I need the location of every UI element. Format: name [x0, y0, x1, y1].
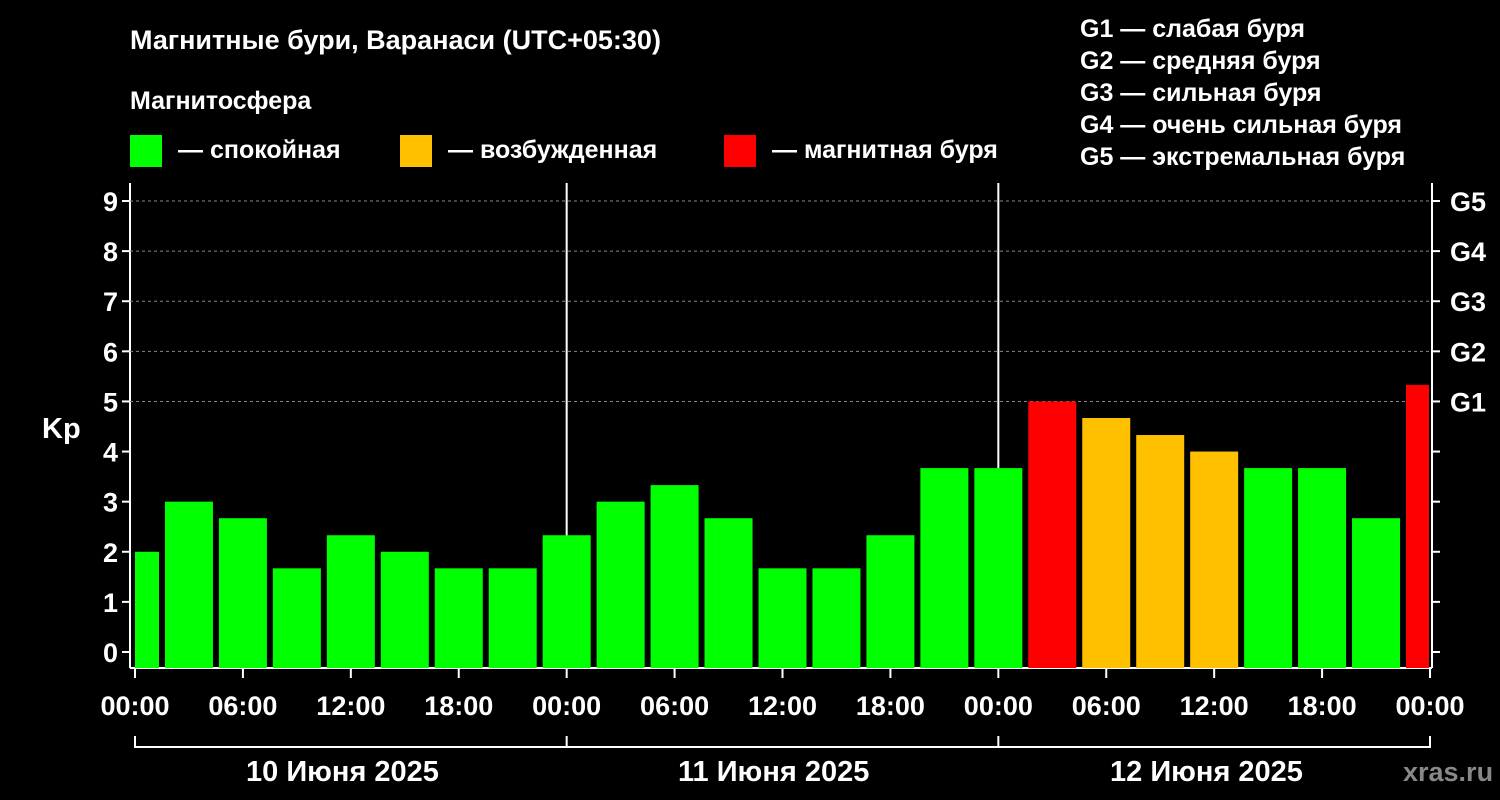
- y-tick-label: 5: [103, 387, 118, 417]
- kp-bar: [1190, 451, 1239, 668]
- kp-bar: [704, 518, 753, 668]
- kp-bar: [596, 501, 645, 668]
- g-level-label: G1: [1450, 387, 1486, 417]
- x-tick-label: 18:00: [424, 691, 493, 721]
- kp-bar: [920, 468, 969, 668]
- y-tick-label: 7: [103, 287, 118, 317]
- g-scale-g4: G4 — очень сильная буря: [1080, 111, 1402, 139]
- kp-bar: [758, 568, 807, 668]
- legend-label-quiet: — спокойная: [178, 136, 341, 164]
- kp-bar: [488, 568, 537, 668]
- kp-bar: [542, 535, 591, 668]
- kp-bar: [326, 535, 375, 668]
- plot-area: 0 1 2 3 4 5 6 7 8 9 G1 G2 G3 G4 G5 00:00 06:00 12:00 18:00…: [100, 183, 1486, 748]
- legend-label-storm: — магнитная буря: [772, 136, 998, 164]
- x-tick-label: 12:00: [748, 691, 817, 721]
- g-level-label: G4: [1450, 237, 1486, 267]
- g-scale-g2: G2 — средняя буря: [1080, 47, 1321, 75]
- x-tick-label: 18:00: [856, 691, 925, 721]
- y-tick-label: 0: [103, 638, 118, 668]
- kp-bar: [1406, 384, 1429, 668]
- kp-bar: [434, 568, 483, 668]
- x-tick-label: 06:00: [1072, 691, 1141, 721]
- y-tick-label: 6: [103, 337, 118, 367]
- day-label-1: 10 Июня 2025: [246, 756, 439, 788]
- g-level-label: G2: [1450, 337, 1486, 367]
- g-scale-g3: G3 — сильная буря: [1080, 79, 1322, 107]
- y-tick-label: 4: [103, 438, 118, 468]
- kp-bar: [1136, 435, 1185, 668]
- x-tick-label: 00:00: [1395, 691, 1464, 721]
- legend-swatch-quiet: [130, 135, 162, 167]
- x-tick-label: 12:00: [1180, 691, 1249, 721]
- g-level-label: G5: [1450, 187, 1486, 217]
- kp-bar: [380, 551, 429, 668]
- kp-chart: Магнитные бури, Варанаси (UTC+05:30) Маг…: [42, 15, 1493, 788]
- y-tick-label: 1: [103, 588, 118, 618]
- y-axis-label: Kp: [42, 413, 81, 445]
- kp-bar: [1082, 417, 1131, 668]
- kp-bar: [1028, 401, 1077, 668]
- g-level-label: G3: [1450, 287, 1486, 317]
- g-scale-g5: G5 — экстремальная буря: [1080, 143, 1405, 171]
- kp-bar: [218, 518, 267, 668]
- kp-bar: [1352, 518, 1401, 668]
- day-label-3: 12 Июня 2025: [1110, 756, 1303, 788]
- y-tick-label: 9: [103, 187, 118, 217]
- kp-bar: [812, 568, 861, 668]
- legend-swatch-active: [400, 135, 432, 167]
- x-tick-label: 18:00: [1288, 691, 1357, 721]
- day-label-2: 11 Июня 2025: [678, 756, 869, 788]
- kp-bar: [1244, 468, 1293, 668]
- y-tick-label: 2: [103, 538, 118, 568]
- legend-swatch-storm: [724, 135, 756, 167]
- y-tick-label: 3: [103, 488, 118, 518]
- x-tick-label: 12:00: [316, 691, 385, 721]
- x-tick-label: 06:00: [208, 691, 277, 721]
- kp-bar: [135, 551, 159, 668]
- kp-bar: [164, 501, 213, 668]
- g-scale-g1: G1 — слабая буря: [1080, 15, 1305, 43]
- x-tick-label: 00:00: [100, 691, 169, 721]
- y-tick-label: 8: [103, 237, 118, 267]
- kp-bar: [974, 468, 1023, 668]
- legend-heading: Магнитосфера: [130, 87, 312, 115]
- x-tick-label: 00:00: [532, 691, 601, 721]
- kp-bar: [866, 535, 915, 668]
- x-tick-label: 00:00: [964, 691, 1033, 721]
- chart-title: Магнитные бури, Варанаси (UTC+05:30): [130, 25, 661, 55]
- watermark: xras.ru: [1403, 757, 1493, 787]
- kp-bar: [650, 485, 699, 668]
- kp-bar: [1298, 468, 1347, 668]
- x-tick-label: 06:00: [640, 691, 709, 721]
- legend-label-active: — возбужденная: [448, 136, 657, 164]
- kp-bar: [272, 568, 321, 668]
